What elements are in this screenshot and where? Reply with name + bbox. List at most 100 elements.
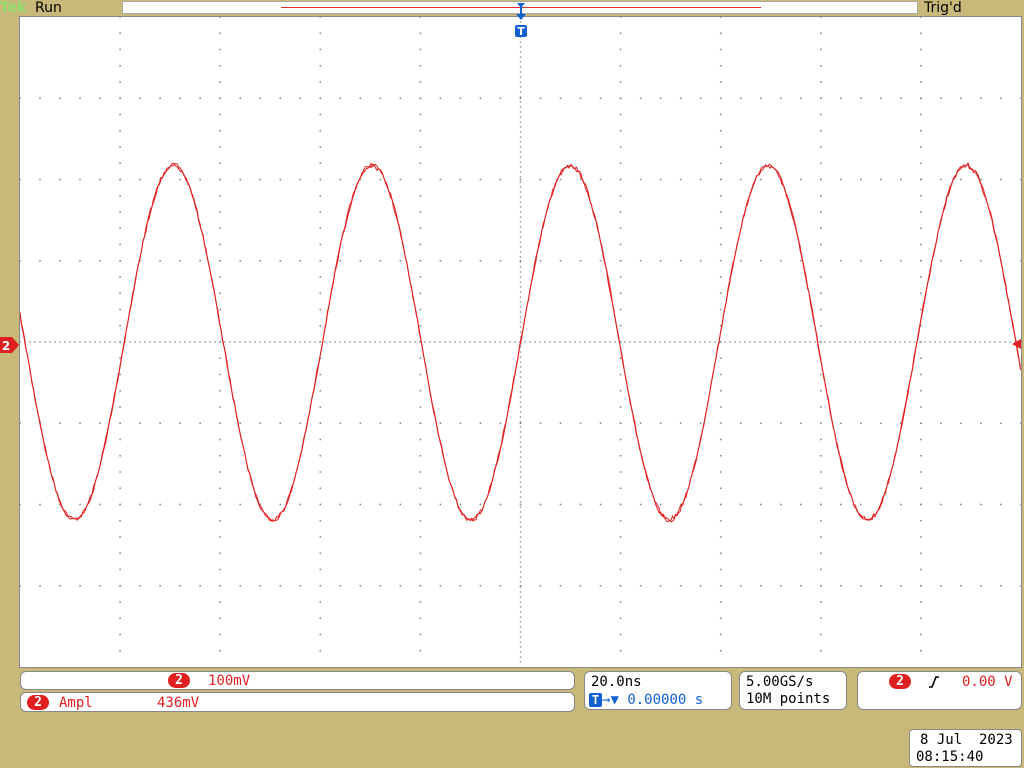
center-vertical-axis-dot	[519, 511, 522, 513]
center-vertical-axis-dot	[519, 631, 522, 633]
center-horizontal-axis-dot	[669, 341, 671, 343]
grid-dot	[419, 324, 422, 327]
grid-dot	[79, 97, 81, 100]
trigger-position-marker[interactable]: T	[514, 1, 528, 37]
grid-dot	[860, 259, 862, 262]
center-horizontal-axis-dot	[304, 341, 306, 343]
grid-dot	[219, 211, 221, 213]
center-vertical-axis-dot	[519, 161, 522, 163]
center-vertical-axis-dot	[519, 306, 522, 308]
grid-dot	[119, 129, 121, 132]
center-horizontal-axis-dot	[834, 341, 836, 343]
center-horizontal-axis-dot	[129, 341, 131, 343]
center-horizontal-axis-dot	[999, 341, 1001, 343]
grid-dot	[920, 454, 922, 457]
trigger-level-marker[interactable]	[1010, 339, 1022, 349]
grid-dot	[820, 243, 822, 246]
grid-dot	[719, 601, 722, 603]
grid-dot	[820, 552, 822, 555]
center-vertical-axis-dot	[519, 416, 522, 418]
grid-dot	[539, 178, 542, 181]
grid-dot	[339, 97, 342, 100]
grid-dot	[619, 373, 622, 376]
grid-dot	[519, 178, 522, 181]
grid-dot	[559, 503, 562, 506]
center-horizontal-axis-dot	[824, 341, 826, 343]
center-horizontal-axis-dot	[74, 341, 76, 343]
grid-dot	[419, 471, 422, 473]
grid-dot	[619, 276, 622, 278]
center-horizontal-axis-dot	[959, 341, 961, 343]
grid-dot	[820, 81, 822, 83]
horizontal-readout[interactable]: 20.0ns T →▼ 0.00000 s	[584, 671, 732, 710]
center-horizontal-axis-dot	[524, 341, 526, 343]
grid-dot	[119, 422, 121, 425]
grid-dot	[619, 48, 622, 51]
grid-dot	[359, 503, 362, 506]
channel-marker-label: 2	[2, 339, 10, 353]
grid-dot	[739, 422, 742, 425]
grid-dot	[219, 552, 221, 555]
measurement-readout[interactable]: 2 Ampl 436mV	[20, 692, 575, 712]
center-vertical-axis-dot	[519, 651, 522, 653]
grid-dot	[619, 81, 622, 83]
grid-dot	[319, 259, 322, 262]
grid-dot	[419, 584, 422, 587]
center-horizontal-axis-dot	[279, 341, 281, 343]
grid-dot	[619, 308, 622, 311]
waveform-display[interactable]	[19, 16, 1022, 668]
grid-dot	[679, 97, 682, 100]
center-horizontal-axis-dot	[879, 341, 881, 343]
grid-dot	[299, 584, 302, 587]
center-horizontal-axis-dot	[794, 341, 796, 343]
grid-dot	[219, 162, 221, 165]
grid-dot	[219, 633, 221, 636]
channel2-vertical-readout[interactable]: 2 100mV	[20, 671, 575, 690]
grid-dot	[759, 422, 762, 425]
grid-dot	[1000, 178, 1002, 181]
grid-dot	[759, 97, 762, 100]
grid-dot	[659, 503, 662, 506]
grid-dot	[779, 259, 782, 262]
grid-dot	[619, 162, 622, 165]
center-horizontal-axis-dot	[329, 341, 331, 343]
grid-dot	[980, 422, 982, 425]
center-vertical-axis-dot	[519, 396, 522, 398]
center-horizontal-axis-dot	[514, 341, 516, 343]
center-horizontal-axis-dot	[179, 341, 181, 343]
trigger-readout[interactable]: 2 0.00 V	[857, 671, 1022, 710]
grid-dot	[900, 178, 902, 181]
center-horizontal-axis-dot	[209, 341, 211, 343]
grid-dot	[299, 178, 302, 181]
center-vertical-axis-dot	[519, 386, 522, 388]
grid-dot	[159, 259, 161, 262]
grid-dot	[699, 422, 702, 425]
grid-dot	[860, 422, 862, 425]
center-horizontal-axis-dot	[534, 341, 536, 343]
grid-dot	[459, 178, 462, 181]
center-vertical-axis-dot	[519, 326, 522, 328]
grid-dot	[20, 178, 21, 181]
grid-dot	[219, 64, 221, 67]
grid-dot	[639, 97, 642, 100]
grid-dot	[339, 178, 342, 181]
grid-dot	[239, 259, 242, 262]
grid-dot	[219, 617, 221, 620]
grid-dot	[59, 259, 61, 262]
grid-dot	[339, 584, 342, 587]
channel2-offset-marker[interactable]: 2	[0, 336, 20, 354]
grid-dot	[920, 422, 922, 425]
grid-dot	[920, 471, 922, 473]
grid-dot	[820, 568, 822, 571]
center-vertical-axis-dot	[519, 291, 522, 293]
center-horizontal-axis-dot	[429, 341, 431, 343]
grid-dot	[319, 243, 322, 246]
grid-dot	[699, 97, 702, 100]
grid-dot	[119, 81, 121, 83]
center-vertical-axis-dot	[519, 491, 522, 493]
acquisition-readout[interactable]: 5.00GS/s 10M points	[739, 671, 847, 710]
center-vertical-axis-dot	[519, 206, 522, 208]
center-horizontal-axis-dot	[759, 341, 761, 343]
acquisition-run-status[interactable]: Run	[35, 0, 62, 16]
center-horizontal-axis-dot	[889, 341, 891, 343]
